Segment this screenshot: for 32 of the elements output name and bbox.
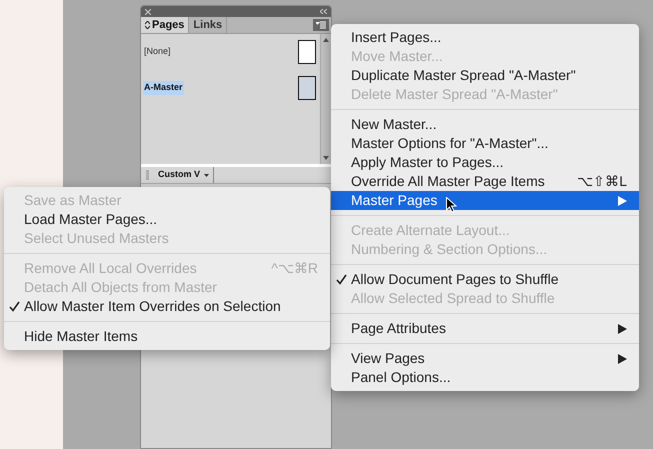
scroll-down-icon[interactable] (323, 156, 329, 160)
master-item[interactable]: [None] (143, 39, 316, 65)
menu-item[interactable]: Panel Options... (331, 368, 639, 387)
menu-item[interactable]: Page Attributes (331, 319, 639, 338)
close-icon[interactable] (145, 8, 151, 14)
page-thumbnail (298, 76, 316, 100)
grip-icon (146, 170, 149, 180)
scroll-up-icon[interactable] (323, 38, 329, 42)
submenu-arrow-icon (618, 324, 627, 334)
menu-item[interactable]: Load Master Pages... (4, 210, 330, 229)
menu-item[interactable]: Apply Master to Pages... (331, 153, 639, 172)
menu-item[interactable]: Master Options for "A-Master"... (331, 134, 639, 153)
menu-item[interactable]: Allow Document Pages to Shuffle (331, 270, 639, 289)
menu-item[interactable]: View Pages (331, 349, 639, 368)
menu-item[interactable]: Override All Master Page Items ⌥⇧⌘L (331, 172, 639, 191)
menu-item[interactable]: Allow Master Item Overrides on Selection (4, 297, 330, 316)
submenu-arrow-icon (618, 196, 627, 206)
panel-tab[interactable]: Pages (141, 17, 190, 33)
page-thumbnail (298, 40, 316, 64)
collapse-icon[interactable] (320, 9, 327, 14)
menu-item[interactable]: Master Pages (331, 191, 639, 210)
cursor-icon (446, 197, 457, 213)
menu-item[interactable]: New Master... (331, 115, 639, 134)
menu-item[interactable]: Insert Pages... (331, 28, 639, 47)
dropdown-caret-icon (204, 174, 210, 176)
submenu-arrow-icon (618, 354, 627, 364)
view-dropdown[interactable]: Custom V (158, 167, 214, 183)
master-item[interactable]: A-Master (143, 75, 316, 101)
menu-item[interactable]: Duplicate Master Spread "A-Master" (331, 66, 639, 85)
sort-icon (145, 21, 150, 29)
panel-menu-button[interactable] (313, 19, 329, 31)
menu-item[interactable]: Hide Master Items (4, 327, 330, 346)
